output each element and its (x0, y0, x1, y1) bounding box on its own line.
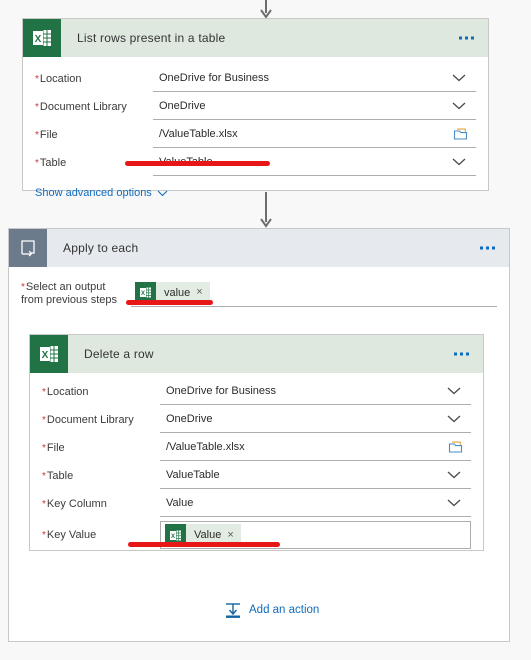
table-value: ValueTable (166, 469, 220, 481)
table-field-highlight (125, 161, 270, 166)
field-label-table: *Table (42, 470, 74, 482)
field-label-table: *Table (35, 157, 67, 169)
location-value: OneDrive for Business (159, 72, 270, 84)
delete-row-card[interactable]: X Delete a row *Location OneDrive for Bu (29, 334, 484, 551)
field-label-document-library: *Document Library (35, 101, 127, 113)
delete-row-body: *Location OneDrive for Business *Documen… (30, 373, 483, 557)
field-label-key-column: *Key Column (42, 498, 107, 510)
ellipsis-icon[interactable] (454, 352, 469, 356)
list-rows-body: *Location OneDrive for Business *Documen… (23, 57, 488, 209)
show-advanced-options-label: Show advanced options (35, 187, 152, 199)
key-value-highlight (128, 542, 280, 547)
chevron-down-icon[interactable] (452, 74, 466, 83)
svg-text:X: X (141, 291, 145, 297)
file-value: /ValueTable.xlsx (159, 128, 238, 140)
token-label: Value (194, 529, 222, 541)
document-library-value: OneDrive (159, 100, 206, 112)
field-file: *File /ValueTable.xlsx (42, 434, 471, 462)
key-column-value: Value (166, 497, 194, 509)
file-value: /ValueTable.xlsx (166, 441, 245, 453)
field-location: *Location OneDrive for Business (35, 65, 476, 93)
required-marker: * (35, 74, 39, 85)
required-marker: * (42, 387, 46, 398)
delete-row-header[interactable]: X Delete a row (30, 335, 483, 373)
close-icon[interactable]: × (196, 287, 202, 298)
connector-top (0, 0, 531, 18)
field-label-document-library: *Document Library (42, 414, 134, 426)
required-marker: * (42, 415, 46, 426)
field-label-location: *Location (35, 73, 82, 85)
required-marker: * (42, 530, 46, 541)
field-document-library: *Document Library OneDrive (42, 406, 471, 434)
required-marker: * (42, 499, 46, 510)
required-marker: * (35, 102, 39, 113)
apply-to-each-header[interactable]: Apply to each (9, 229, 509, 267)
field-table: *Table ValueTable (42, 462, 471, 490)
chevron-down-icon (157, 190, 168, 197)
select-output-label: *Select an output from previous steps (21, 281, 117, 306)
loop-icon (9, 229, 47, 267)
svg-text:X: X (35, 34, 42, 45)
folder-icon[interactable] (448, 441, 463, 454)
field-label-file: *File (35, 129, 58, 141)
key-column-dropdown[interactable]: Value (160, 490, 471, 517)
file-input[interactable]: /ValueTable.xlsx (160, 434, 471, 461)
chevron-down-icon[interactable] (447, 387, 461, 396)
select-output-row: *Select an outputfrom previous steps X (9, 267, 509, 307)
chevron-down-icon[interactable] (447, 415, 461, 424)
select-output-highlight (126, 300, 213, 305)
field-location: *Location OneDrive for Business (42, 378, 471, 406)
document-library-dropdown[interactable]: OneDrive (153, 93, 476, 120)
chevron-down-icon[interactable] (452, 158, 466, 167)
field-label-file: *File (42, 442, 65, 454)
required-marker: * (35, 130, 39, 141)
required-marker: * (21, 282, 25, 293)
field-key-column: *Key Column Value (42, 490, 471, 518)
required-marker: * (42, 471, 46, 482)
add-an-action-label: Add an action (249, 604, 320, 616)
file-input[interactable]: /ValueTable.xlsx (153, 121, 476, 148)
chevron-down-icon[interactable] (447, 499, 461, 508)
location-value: OneDrive for Business (166, 385, 277, 397)
token-label: value (164, 286, 191, 299)
field-file: *File /ValueTable.xlsx (35, 121, 476, 149)
apply-to-each-title: Apply to each (63, 241, 139, 255)
add-an-action-button[interactable]: Add an action (224, 601, 319, 619)
ellipsis-icon[interactable] (480, 246, 495, 250)
location-dropdown[interactable]: OneDrive for Business (160, 378, 471, 405)
required-marker: * (35, 158, 39, 169)
close-icon[interactable]: × (227, 529, 233, 541)
ellipsis-icon[interactable] (459, 36, 474, 40)
apply-to-each-card[interactable]: Apply to each *Select an output from prev… (8, 228, 510, 642)
svg-text:X: X (42, 350, 49, 361)
table-dropdown[interactable]: ValueTable (160, 462, 471, 489)
field-label-key-value: *Key Value (42, 529, 97, 541)
chevron-down-icon[interactable] (452, 102, 466, 111)
location-dropdown[interactable]: OneDrive for Business (153, 65, 476, 92)
list-rows-title: List rows present in a table (77, 31, 226, 45)
field-label-location: *Location (42, 386, 89, 398)
field-document-library: *Document Library OneDrive (35, 93, 476, 121)
arrow-down-icon (259, 0, 272, 18)
folder-icon[interactable] (453, 128, 468, 141)
excel-icon: X (23, 19, 61, 57)
list-rows-header[interactable]: X List rows present in a table (23, 19, 488, 57)
svg-text:X: X (171, 534, 175, 540)
document-library-dropdown[interactable]: OneDrive (160, 406, 471, 433)
delete-row-title: Delete a row (84, 347, 154, 361)
required-marker: * (42, 443, 46, 454)
chevron-down-icon[interactable] (447, 471, 461, 480)
insert-action-icon (224, 601, 242, 619)
show-advanced-options-link[interactable]: Show advanced options (35, 187, 168, 199)
excel-icon: X (30, 335, 68, 373)
document-library-value: OneDrive (166, 413, 213, 425)
